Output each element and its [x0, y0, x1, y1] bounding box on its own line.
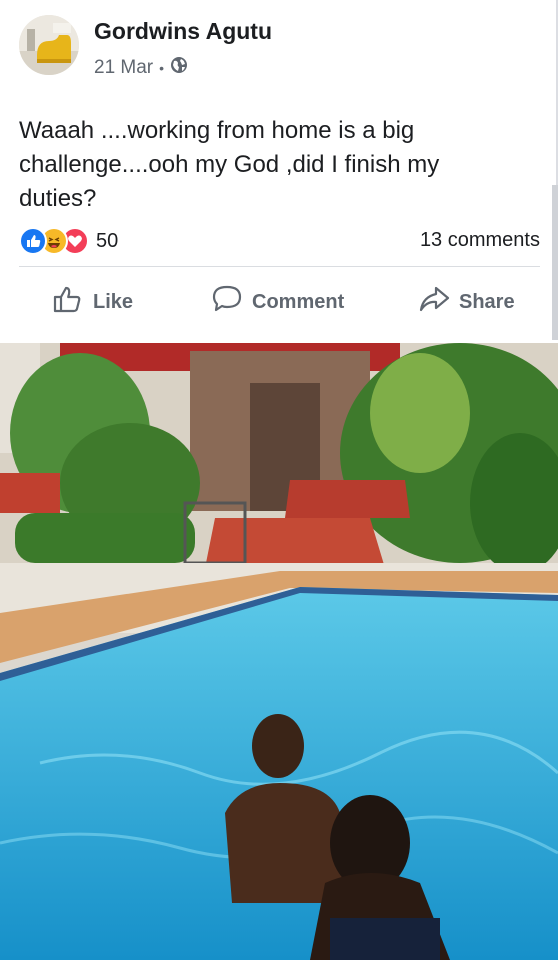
avatar[interactable] — [19, 15, 79, 75]
globe-icon — [170, 56, 188, 80]
scrollbar[interactable] — [552, 185, 558, 340]
post-date[interactable]: 21 Mar — [94, 57, 153, 79]
comment-icon — [211, 283, 243, 321]
share-icon — [418, 283, 450, 321]
post-meta: 21 Mar • — [94, 56, 188, 80]
like-icon — [19, 227, 47, 255]
like-button[interactable]: Like — [52, 283, 133, 321]
thumbs-up-icon — [52, 283, 84, 321]
comment-label: Comment — [252, 290, 345, 313]
like-label: Like — [93, 290, 134, 313]
comment-count[interactable]: 13 comments — [420, 229, 540, 252]
post-text: Waaah ....working from home is a big cha… — [19, 117, 440, 212]
share-label: Share — [459, 290, 515, 313]
post-card: Gordwins Agutu 21 Mar • Waaah ....workin… — [0, 0, 558, 336]
separator-dot: • — [159, 60, 165, 76]
reaction-count: 50 — [96, 229, 119, 252]
post-photo[interactable] — [0, 343, 558, 960]
divider — [19, 266, 540, 267]
reactions-summary[interactable]: 50 — [19, 227, 118, 255]
share-button[interactable]: Share — [418, 283, 515, 321]
author-name[interactable]: Gordwins Agutu — [94, 18, 272, 45]
comment-button[interactable]: Comment — [211, 283, 344, 321]
